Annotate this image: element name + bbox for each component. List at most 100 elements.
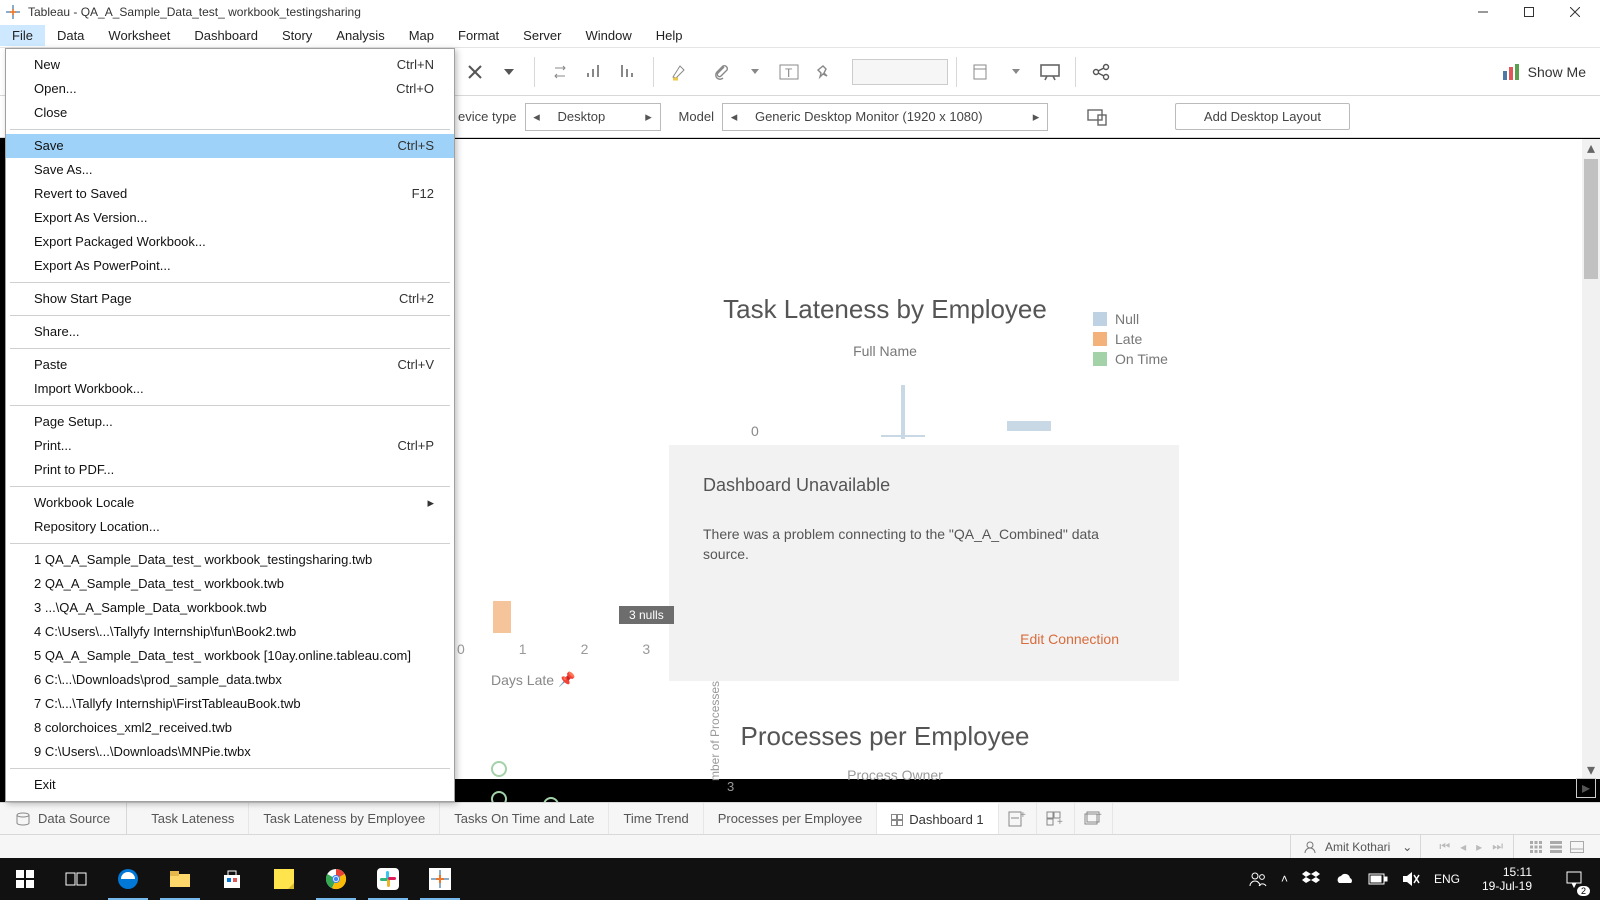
store-icon[interactable] [206, 858, 258, 900]
sheet-tab[interactable]: Task Lateness by Employee [249, 803, 440, 834]
scroll-up-icon[interactable]: ▴ [1582, 139, 1600, 157]
menu-data[interactable]: Data [45, 25, 96, 46]
chevron-down-icon[interactable]: ⌄ [1402, 840, 1412, 854]
task-view-icon[interactable] [50, 858, 102, 900]
new-dashboard-button[interactable]: + [1037, 803, 1075, 834]
slack-icon[interactable] [362, 858, 414, 900]
sheet-tab[interactable]: Processes per Employee [704, 803, 878, 834]
file-menu-item[interactable]: Print to PDF... [6, 458, 454, 482]
menu-map[interactable]: Map [397, 25, 446, 46]
file-menu-item[interactable]: Page Setup... [6, 410, 454, 434]
attachment-icon[interactable] [704, 55, 738, 89]
dropbox-icon[interactable] [1302, 871, 1320, 887]
file-menu-item[interactable]: Export Packaged Workbook... [6, 230, 454, 254]
file-menu-item[interactable]: 5 QA_A_Sample_Data_test_ workbook [10ay.… [6, 644, 454, 668]
file-menu-item[interactable]: Revert to SavedF12 [6, 182, 454, 206]
file-menu-item[interactable]: PasteCtrl+V [6, 353, 454, 377]
dropdown-caret-icon[interactable] [999, 55, 1033, 89]
chevron-left-icon[interactable]: ◂ [526, 109, 548, 125]
sheet-tab-active[interactable]: Dashboard 1 [877, 803, 998, 834]
sheet-tab[interactable]: Tasks On Time and Late [440, 803, 609, 834]
file-explorer-icon[interactable] [154, 858, 206, 900]
file-menu-item[interactable]: 7 C:\...\Tallyfy Internship\FirstTableau… [6, 692, 454, 716]
menu-server[interactable]: Server [511, 25, 573, 46]
fit-dropdown[interactable] [852, 59, 948, 85]
swap-icon[interactable] [543, 55, 577, 89]
menu-format[interactable]: Format [446, 25, 511, 46]
file-menu-item[interactable]: Show Start PageCtrl+2 [6, 287, 454, 311]
notifications-icon[interactable]: 2 [1554, 858, 1594, 900]
edge-icon[interactable] [102, 858, 154, 900]
nav-first-icon[interactable]: ⏮ [1439, 839, 1450, 854]
onedrive-icon[interactable] [1334, 872, 1354, 886]
file-menu-item[interactable]: Export As Version... [6, 206, 454, 230]
menu-analysis[interactable]: Analysis [324, 25, 396, 46]
menu-window[interactable]: Window [573, 25, 643, 46]
label-icon[interactable]: T [772, 55, 806, 89]
scroll-thumb[interactable] [1584, 159, 1598, 279]
file-menu-item[interactable]: Share... [6, 320, 454, 344]
sheet-tab[interactable]: Task Lateness [137, 803, 249, 834]
add-desktop-layout-button[interactable]: Add Desktop Layout [1175, 103, 1350, 130]
model-picker[interactable]: Model ◂Generic Desktop Monitor (1920 x 1… [679, 103, 1048, 131]
minimize-button[interactable] [1460, 0, 1506, 24]
filmstrip-view-icon[interactable] [1570, 841, 1584, 853]
sticky-notes-icon[interactable] [258, 858, 310, 900]
nav-next-icon[interactable]: ▸ [1476, 840, 1482, 854]
maximize-button[interactable] [1506, 0, 1552, 24]
vertical-scrollbar[interactable]: ▴ ▾ [1582, 139, 1600, 779]
new-story-button[interactable]: + [1075, 803, 1113, 834]
file-menu-item[interactable]: Exit [6, 773, 454, 797]
file-menu-item[interactable]: 9 C:\Users\...\Downloads\MNPie.twbx [6, 740, 454, 764]
menu-help[interactable]: Help [644, 25, 695, 46]
share-icon[interactable] [1084, 55, 1118, 89]
tab-scroll-right-icon[interactable]: ▸ [1576, 778, 1596, 798]
file-menu-item[interactable]: 8 colorchoices_xml2_received.twb [6, 716, 454, 740]
pin-icon[interactable] [806, 55, 840, 89]
scroll-down-icon[interactable]: ▾ [1582, 761, 1600, 779]
device-type-picker[interactable]: evice type ◂Desktop▸ [458, 103, 661, 131]
file-menu-item[interactable]: 3 ...\QA_A_Sample_Data_workbook.twb [6, 596, 454, 620]
chevron-right-icon[interactable]: ▸ [638, 109, 660, 125]
device-preview-icon[interactable] [1086, 107, 1108, 127]
file-menu-item[interactable]: SaveCtrl+S [6, 134, 454, 158]
chevron-right-icon[interactable]: ▸ [1025, 109, 1047, 125]
file-menu-item[interactable]: 6 C:\...\Downloads\prod_sample_data.twbx [6, 668, 454, 692]
clear-icon[interactable] [458, 55, 492, 89]
dropdown-caret-icon[interactable] [738, 55, 772, 89]
file-menu-item[interactable]: 1 QA_A_Sample_Data_test_ workbook_testin… [6, 548, 454, 572]
nav-last-icon[interactable]: ⏭ [1492, 839, 1503, 854]
highlight-icon[interactable] [662, 55, 696, 89]
menu-dashboard[interactable]: Dashboard [182, 25, 270, 46]
pin-icon[interactable]: 📌 [558, 671, 575, 688]
edit-connection-link[interactable]: Edit Connection [1020, 631, 1119, 647]
list-view-icon[interactable] [1550, 841, 1562, 853]
battery-icon[interactable] [1368, 873, 1388, 885]
people-icon[interactable] [1249, 871, 1267, 887]
volume-mute-icon[interactable] [1402, 871, 1420, 887]
file-menu-item[interactable]: 4 C:\Users\...\Tallyfy Internship\fun\Bo… [6, 620, 454, 644]
nulls-indicator[interactable]: 3 nulls [619, 606, 674, 624]
file-menu-item[interactable]: Open...Ctrl+O [6, 77, 454, 101]
chrome-icon[interactable] [310, 858, 362, 900]
tableau-icon[interactable] [414, 858, 466, 900]
presentation-icon[interactable] [1033, 55, 1067, 89]
show-me-button[interactable]: Show Me [1502, 63, 1586, 81]
sort-desc-icon[interactable] [611, 55, 645, 89]
nav-prev-icon[interactable]: ◂ [1460, 840, 1466, 854]
language-indicator[interactable]: ENG [1434, 872, 1460, 886]
file-menu-item[interactable]: NewCtrl+N [6, 53, 454, 77]
menu-story[interactable]: Story [270, 25, 324, 46]
close-button[interactable] [1552, 0, 1598, 24]
file-menu-item[interactable]: Repository Location... [6, 515, 454, 539]
grid-view-icon[interactable] [1530, 841, 1542, 853]
file-menu-item[interactable]: Export As PowerPoint... [6, 254, 454, 278]
new-worksheet-button[interactable]: + [999, 803, 1037, 834]
card-icon[interactable] [965, 55, 999, 89]
file-menu-item[interactable]: 2 QA_A_Sample_Data_test_ workbook.twb [6, 572, 454, 596]
sort-asc-icon[interactable] [577, 55, 611, 89]
file-menu-item[interactable]: Workbook Locale▸ [6, 491, 454, 515]
sheet-tab[interactable]: Time Trend [609, 803, 703, 834]
menu-worksheet[interactable]: Worksheet [96, 25, 182, 46]
user-menu[interactable]: Amit Kothari ⌄ [1290, 835, 1421, 858]
